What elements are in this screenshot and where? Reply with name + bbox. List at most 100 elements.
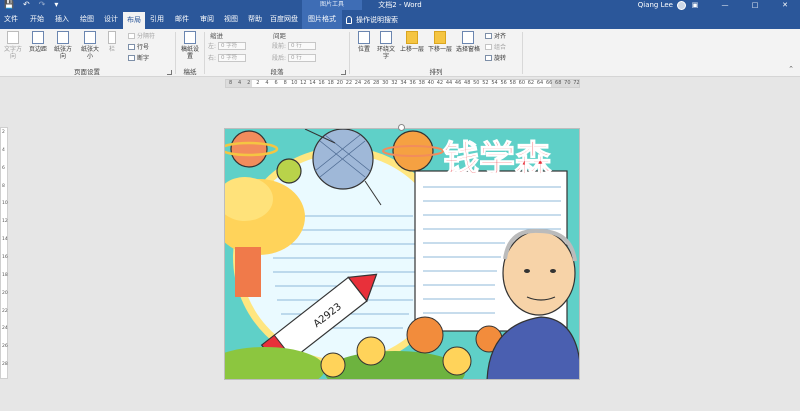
columns-button[interactable]: 栏 (105, 31, 119, 53)
selection-pane-button[interactable]: 选择窗格 (455, 31, 481, 53)
tab-layout[interactable]: 布局 (123, 12, 145, 29)
bring-forward-button[interactable]: 上移一层 (399, 31, 425, 53)
collapse-ribbon-icon[interactable]: ⌃ (788, 65, 794, 73)
tab-draw[interactable]: 绘图 (76, 10, 98, 29)
ribbon-display-icon[interactable]: ▣ (680, 0, 710, 10)
tab-mailings[interactable]: 邮件 (171, 10, 193, 29)
indent-left-field[interactable]: 左: 0 字符 (208, 41, 247, 50)
spacing-before-input[interactable]: 0 行 (288, 41, 317, 50)
ruler-mark: 2 (247, 80, 251, 86)
user-account[interactable]: Qiang Lee (638, 0, 686, 10)
ruler-mark: 42 (436, 80, 444, 86)
page-setup-launcher[interactable] (167, 70, 172, 75)
breaks-button[interactable]: 分隔符 (128, 31, 155, 40)
user-name: Qiang Lee (637, 1, 673, 9)
ruler-mark: 6 (2, 165, 5, 171)
ruler-mark: 8 (228, 80, 233, 86)
ruler-mark: 52 (482, 80, 489, 86)
orientation-button[interactable]: 纸张方向 (52, 31, 74, 60)
poster-title: 钱学森 (443, 138, 552, 180)
tab-picture-format[interactable]: 图片格式 (302, 10, 342, 29)
tab-help[interactable]: 帮助 (244, 10, 266, 29)
spacing-before-field[interactable]: 段前: 0 行 (272, 41, 317, 50)
ruler-mark: 26 (363, 80, 371, 86)
ruler-mark: 20 (2, 290, 8, 296)
group-arrange: 位置 环绕文字 上移一层 下移一层 选择窗格 对齐 组合 旋转 排列 (351, 29, 521, 77)
ruler-mark: 28 (2, 362, 8, 368)
tab-file[interactable]: 文件 (0, 10, 22, 29)
ruler-mark: 12 (300, 80, 307, 86)
ruler-mark: 46 (454, 80, 462, 86)
tab-view[interactable]: 视图 (220, 10, 242, 29)
columns-label: 栏 (108, 46, 115, 53)
position-icon (358, 31, 370, 44)
line-numbers-button[interactable]: 行号 (128, 42, 149, 51)
lightbulb-icon (346, 15, 352, 24)
indent-right-label: 右: (208, 55, 217, 62)
tab-review[interactable]: 审阅 (196, 10, 218, 29)
position-button[interactable]: 位置 (353, 31, 375, 53)
flower (442, 346, 472, 376)
close-icon[interactable]: ✕ (770, 0, 800, 10)
align-label: 对齐 (494, 33, 507, 40)
tell-me-search[interactable]: 操作说明搜索 (346, 10, 398, 29)
save-icon[interactable]: 💾 (4, 0, 14, 10)
divider (175, 32, 176, 74)
rotation-handle[interactable] (398, 124, 405, 131)
ruler-mark: 58 (509, 80, 516, 86)
spacing-after-field[interactable]: 段后: 0 行 (272, 53, 317, 62)
picture-tools-context-label: 图片工具 (302, 0, 362, 10)
tab-design[interactable]: 设计 (100, 10, 122, 29)
rotate-button[interactable]: 旋转 (485, 53, 506, 62)
maximize-icon[interactable]: □ (740, 0, 770, 10)
customize-icon[interactable]: ▾ (54, 0, 58, 10)
ruler-mark: 12 (2, 219, 8, 225)
ruler-mark: 4 (238, 80, 242, 86)
tell-me-label: 操作说明搜索 (356, 15, 398, 24)
draft-settings-button[interactable]: 稿纸设置 (179, 31, 201, 60)
ruler-mark: 18 (327, 80, 334, 86)
ruler-mark: 28 (373, 80, 380, 86)
size-label: 纸张大小 (80, 46, 99, 60)
send-backward-icon (434, 31, 446, 44)
align-button[interactable]: 对齐 (485, 31, 506, 40)
cloud-column (235, 247, 261, 297)
breaks-icon (128, 32, 135, 39)
tab-references[interactable]: 引用 (146, 10, 168, 29)
tab-home[interactable]: 开始 (26, 10, 48, 29)
divider (349, 32, 350, 74)
undo-icon[interactable]: ↶ (23, 0, 30, 10)
indent-right-field[interactable]: 右: 0 字符 (208, 53, 247, 62)
group-icon (485, 43, 492, 50)
line-numbers-label: 行号 (137, 44, 150, 51)
inserted-picture[interactable]: 钱学森 A2923 (224, 128, 580, 380)
ruler-mark: 22 (2, 308, 8, 314)
ruler-mark: 2 (256, 80, 260, 86)
tab-baidu-netdisk[interactable]: 百度网盘 (268, 10, 300, 29)
vertical-ruler[interactable]: 2 4 6 8 10 12 14 16 18 20 22 24 26 28 (0, 127, 8, 379)
hyphenation-button[interactable]: 断字 (128, 53, 149, 62)
ruler-mark: 22 (345, 80, 353, 86)
margins-button[interactable]: 页边距 (27, 31, 49, 53)
indent-left-input[interactable]: 0 字符 (218, 41, 247, 50)
horizontal-ruler[interactable]: 8 4 2 2 4 6 8 10 12 14 16 18 20 22 24 26 28 30 32 34 36 38 40 4… (225, 79, 580, 88)
indent-right-input[interactable]: 0 字符 (218, 53, 247, 62)
tab-insert[interactable]: 插入 (51, 10, 73, 29)
ruler-mark: 34 (400, 80, 407, 86)
wrap-text-button[interactable]: 环绕文字 (375, 31, 397, 60)
redo-icon[interactable]: ↷ (39, 0, 46, 10)
ruler-mark: 54 (491, 80, 498, 86)
size-button[interactable]: 纸张大小 (79, 31, 101, 60)
group-button[interactable]: 组合 (485, 42, 506, 51)
text-direction-button[interactable]: 文字方向 (2, 31, 24, 60)
minimize-icon[interactable]: — (710, 0, 740, 10)
paragraph-launcher[interactable] (341, 70, 346, 75)
spacing-after-label: 段后: (272, 55, 287, 62)
draft-settings-label: 稿纸设置 (180, 46, 199, 60)
wrap-text-label: 环绕文字 (376, 46, 395, 60)
spacing-after-input[interactable]: 0 行 (288, 53, 317, 62)
send-backward-button[interactable]: 下移一层 (427, 31, 453, 53)
divider (522, 32, 523, 74)
margins-icon (32, 31, 44, 44)
hyphenation-label: 断字 (137, 55, 150, 62)
